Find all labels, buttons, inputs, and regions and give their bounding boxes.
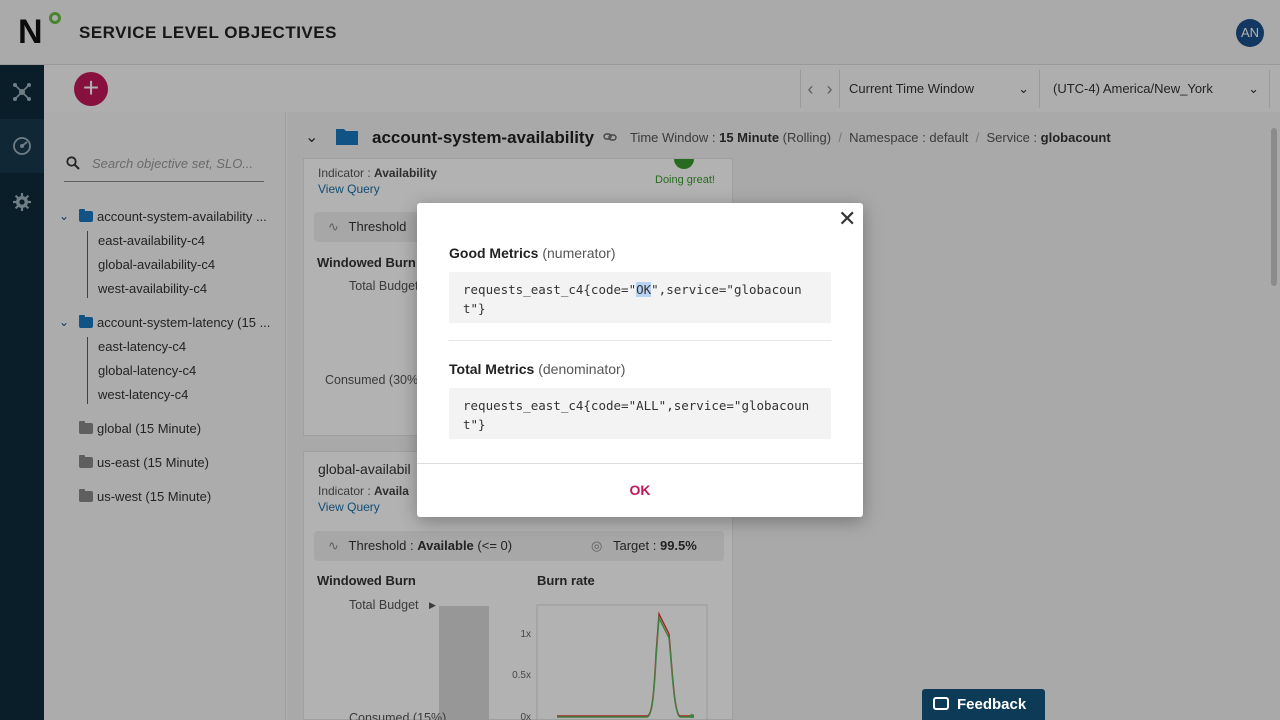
- good-query-selection: OK: [636, 282, 652, 297]
- ok-button[interactable]: OK: [417, 473, 863, 507]
- close-icon[interactable]: ✕: [838, 208, 856, 230]
- feedback-button[interactable]: Feedback: [922, 689, 1045, 720]
- total-metrics-heading: Total Metrics (denominator): [449, 361, 625, 377]
- total-metrics-label: Total Metrics: [449, 361, 535, 377]
- divider: [417, 463, 863, 464]
- good-metrics-label: Good Metrics: [449, 245, 539, 261]
- query-modal: ✕ Good Metrics (numerator) requests_east…: [417, 203, 863, 517]
- good-metrics-sub: (numerator): [542, 245, 616, 261]
- divider: [449, 340, 831, 341]
- total-metrics-sub: (denominator): [538, 361, 626, 377]
- good-metrics-heading: Good Metrics (numerator): [449, 245, 616, 261]
- good-metrics-query[interactable]: requests_east_c4{code="OK",service="glob…: [449, 272, 831, 323]
- good-query-part: requests_east_c4{code=": [463, 282, 637, 297]
- total-metrics-query[interactable]: requests_east_c4{code="ALL",service="glo…: [449, 388, 831, 439]
- feedback-label: Feedback: [957, 696, 1027, 713]
- chat-icon: [933, 697, 949, 710]
